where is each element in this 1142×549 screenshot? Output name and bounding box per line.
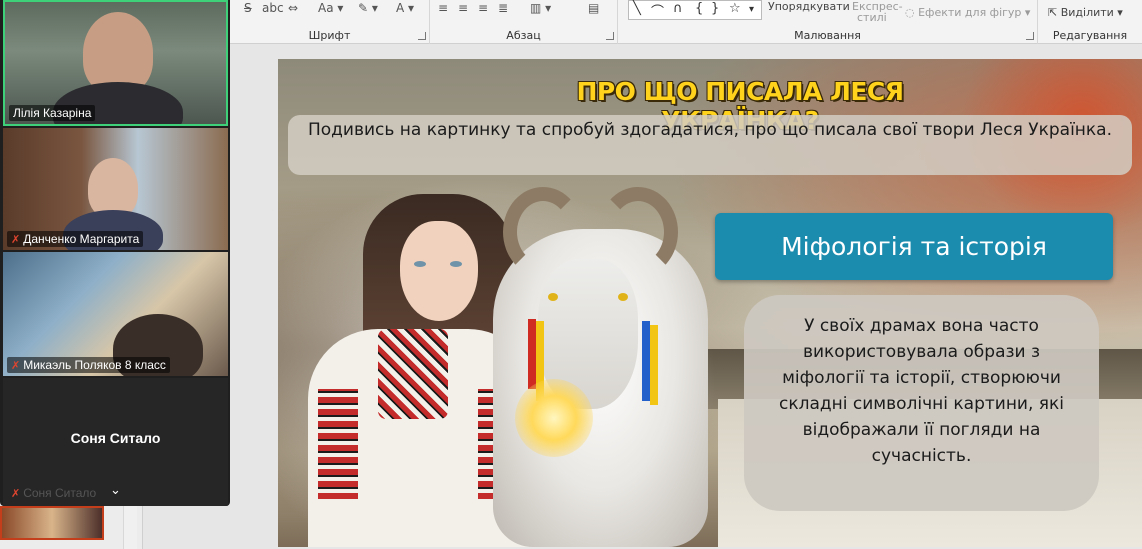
drawing-dialog-launcher[interactable] (1026, 32, 1034, 40)
shape-curve-icon[interactable]: ∩ (673, 1, 683, 16)
shape-line-icon[interactable]: ╲ (633, 1, 641, 16)
change-case-icon[interactable]: Aa ▾ (318, 2, 343, 14)
participant-display-name: Соня Ситало (70, 430, 161, 446)
glowing-amulet (515, 379, 593, 457)
video-panel: Лілія Казаріна ✗ Данченко Маргарита ✗ Мика… (0, 0, 230, 506)
video-tile-4[interactable]: Соня Ситало ✗ Соня Ситало ⌄ (3, 378, 228, 506)
participant-name: Соня Ситало (23, 486, 97, 500)
font-color-icon[interactable]: A ▾ (396, 2, 414, 14)
select-label: Виділити (1060, 6, 1114, 19)
slide-subtitle[interactable]: Подивись на картинку та спробуй здогадат… (288, 115, 1132, 175)
woman-face (400, 221, 478, 321)
shape-brace-left-icon[interactable]: { (695, 1, 703, 16)
goat-eye-right (618, 293, 628, 301)
description-box[interactable]: У своїх драмах вона часто використовувал… (744, 295, 1099, 511)
topic-box[interactable]: Міфологія та історія (715, 213, 1113, 280)
shape-effects-button[interactable]: ◌ Ефекти для фігур ▾ (905, 6, 1030, 19)
highlight-icon[interactable]: ✎ ▾ (358, 2, 378, 14)
blouse-embroidery (378, 329, 448, 419)
video-tile-1[interactable]: Лілія Казаріна (3, 0, 228, 126)
shape-effects-label: Ефекти для фігур (918, 6, 1022, 19)
gallery-more-icon[interactable]: ▾ (749, 4, 754, 15)
slide-thumbnails-pane (0, 506, 143, 549)
text-shadow-icon[interactable]: abc (262, 2, 284, 14)
text-direction-icon[interactable]: ▤ (588, 2, 599, 14)
participant-name: Лілія Казаріна (13, 106, 92, 120)
participant-name-tag: Лілія Казаріна (9, 105, 96, 121)
shape-arc-icon[interactable]: ⌒ (651, 1, 664, 20)
participant-name: Микаэль Поляков 8 класс (23, 358, 166, 372)
strikethrough-icon[interactable]: S̶ (244, 2, 252, 14)
align-center-icon[interactable]: ≡ (458, 2, 468, 14)
participant-name: Данченко Маргарита (23, 232, 140, 246)
participant-name-tag: ✗ Соня Ситало (11, 486, 96, 500)
goat-eye-left (548, 293, 558, 301)
editing-group: ⇱ Виділити ▾ Редагування (1038, 0, 1142, 44)
align-left-icon[interactable]: ≡ (438, 2, 448, 14)
goat-ribbon-blue (642, 321, 650, 401)
chevron-down-icon[interactable]: ⌄ (110, 483, 121, 498)
video-tile-3[interactable]: ✗ Микаэль Поляков 8 класс (3, 252, 228, 376)
editing-group-label: Редагування (1052, 29, 1128, 42)
paragraph-group-label: Абзац (506, 29, 541, 42)
arrange-button[interactable]: Упорядкувати (768, 0, 850, 13)
slide-canvas[interactable]: ПРО ЩО ПИСАЛА ЛЕСЯ УКРАЇНКА? Подивись на… (278, 59, 1142, 547)
shape-brace-right-icon[interactable]: } (711, 1, 719, 16)
sleeve-embroidery-left (318, 389, 358, 499)
drawing-group-label: Малювання (794, 29, 861, 42)
quick-styles-sub-label[interactable]: стилі (857, 11, 887, 24)
paragraph-group: ≡ ≡ ≡ ≣ ▥ ▾ ▤ Абзац (430, 0, 618, 44)
font-dialog-launcher[interactable] (418, 32, 426, 40)
mic-off-icon: ✗ (11, 234, 21, 246)
columns-icon[interactable]: ▥ ▾ (530, 2, 551, 14)
woman-eye-right (450, 261, 462, 267)
shapes-gallery[interactable]: ╲ ⌒ ∩ { } ☆ ▾ (628, 0, 762, 20)
video-tile-2[interactable]: ✗ Данченко Маргарита (3, 128, 228, 250)
woman-eye-left (414, 261, 426, 267)
slide-thumbnail[interactable] (0, 506, 104, 540)
justify-icon[interactable]: ≣ (498, 2, 508, 14)
participant-name-tag: ✗ Данченко Маргарита (7, 231, 144, 247)
font-group-label: Шрифт (308, 29, 351, 42)
align-right-icon[interactable]: ≡ (478, 2, 488, 14)
goat-ribbon-yellow-2 (650, 325, 658, 405)
effects-icon: ◌ (905, 6, 919, 19)
char-spacing-icon[interactable]: ⇔ (288, 2, 298, 14)
select-button[interactable]: ⇱ Виділити ▾ (1048, 6, 1123, 19)
mic-off-icon: ✗ (11, 488, 21, 500)
paragraph-dialog-launcher[interactable] (606, 32, 614, 40)
shape-star-icon[interactable]: ☆ (729, 1, 741, 16)
participant-silhouette (88, 158, 138, 218)
mic-off-icon: ✗ (11, 360, 21, 372)
goat-ribbon-red (528, 319, 536, 389)
participant-name-tag: ✗ Микаэль Поляков 8 класс (7, 357, 170, 373)
font-group: S̶ abc ⇔ Aa ▾ ✎ ▾ A ▾ Шрифт (230, 0, 430, 44)
cursor-icon: ⇱ (1048, 6, 1061, 19)
